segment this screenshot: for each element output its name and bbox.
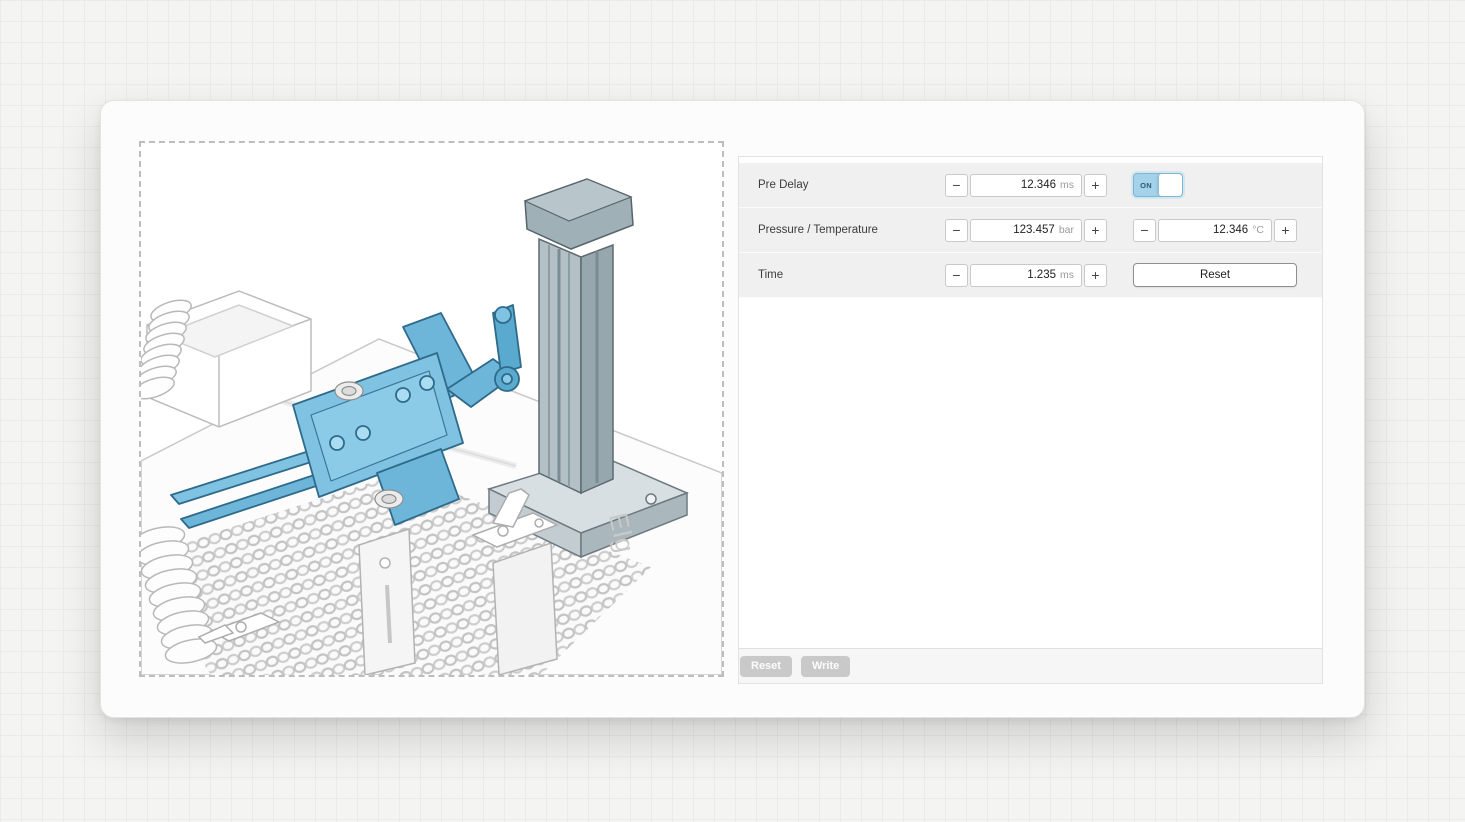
time-reset-cell: Reset	[1133, 263, 1297, 287]
temperature-increment-button[interactable]: +	[1274, 219, 1297, 242]
row-pressure-temperature: Pressure / Temperature − 123.457 bar + −…	[739, 208, 1322, 253]
time-stepper: − 1.235 ms +	[945, 264, 1107, 287]
time-value: 1.235	[1027, 269, 1056, 281]
toggle-on-label: ON	[1134, 174, 1158, 196]
temperature-unit: °C	[1252, 224, 1264, 236]
footer-reset-button[interactable]: Reset	[740, 656, 792, 677]
bracket-plate	[359, 529, 415, 675]
pressure-increment-button[interactable]: +	[1084, 219, 1107, 242]
plus-icon: +	[1091, 223, 1099, 237]
pressure-temperature-label: Pressure / Temperature	[758, 224, 945, 236]
controls-panel: Pre Delay − 12.346 ms + ON	[738, 156, 1323, 684]
pre-delay-toggle[interactable]: ON	[1133, 173, 1183, 197]
row-time: Time − 1.235 ms + Reset	[739, 253, 1322, 298]
time-increment-button[interactable]: +	[1084, 264, 1107, 287]
plus-icon: +	[1091, 268, 1099, 282]
side-plate	[493, 543, 557, 675]
pre-delay-value: 12.346	[1021, 179, 1056, 191]
plus-icon: +	[1091, 178, 1099, 192]
pre-delay-input[interactable]: 12.346 ms	[970, 174, 1082, 197]
desktop-background: { "controls": { "rows": [ { "label": "Pr…	[0, 0, 1465, 822]
machine-illustration: Elg	[141, 143, 722, 675]
time-input[interactable]: 1.235 ms	[970, 264, 1082, 287]
pressure-unit: bar	[1059, 224, 1074, 236]
temperature-value: 12.346	[1213, 224, 1248, 236]
time-unit: ms	[1060, 269, 1074, 281]
time-reset-button[interactable]: Reset	[1133, 263, 1297, 287]
time-label: Time	[758, 269, 945, 281]
pre-delay-stepper: − 12.346 ms +	[945, 174, 1107, 197]
temperature-decrement-button[interactable]: −	[1133, 219, 1156, 242]
time-decrement-button[interactable]: −	[945, 264, 968, 287]
temperature-stepper: − 12.346 °C +	[1133, 219, 1297, 242]
footer-bar: Reset Write	[739, 648, 1322, 683]
app-window: Elg	[100, 100, 1365, 718]
machine-illustration-panel: Elg	[139, 141, 724, 677]
minus-icon: −	[1140, 223, 1148, 237]
pressure-value: 123.457	[1013, 224, 1055, 236]
pre-delay-label: Pre Delay	[758, 179, 945, 191]
row-pre-delay: Pre Delay − 12.346 ms + ON	[739, 163, 1322, 208]
pre-delay-toggle-cell: ON	[1133, 173, 1297, 197]
parameter-rows: Pre Delay − 12.346 ms + ON	[739, 163, 1322, 298]
pressure-stepper: − 123.457 bar +	[945, 219, 1107, 242]
pre-delay-decrement-button[interactable]: −	[945, 174, 968, 197]
plus-icon: +	[1281, 223, 1289, 237]
toggle-knob	[1158, 174, 1182, 196]
pre-delay-unit: ms	[1060, 179, 1074, 191]
temperature-input[interactable]: 12.346 °C	[1158, 219, 1272, 242]
minus-icon: −	[952, 223, 960, 237]
footer-write-button[interactable]: Write	[801, 656, 850, 677]
pre-delay-increment-button[interactable]: +	[1084, 174, 1107, 197]
minus-icon: −	[952, 268, 960, 282]
temperature-cell: − 12.346 °C +	[1133, 219, 1297, 242]
minus-icon: −	[952, 178, 960, 192]
pressure-decrement-button[interactable]: −	[945, 219, 968, 242]
pressure-input[interactable]: 123.457 bar	[970, 219, 1082, 242]
